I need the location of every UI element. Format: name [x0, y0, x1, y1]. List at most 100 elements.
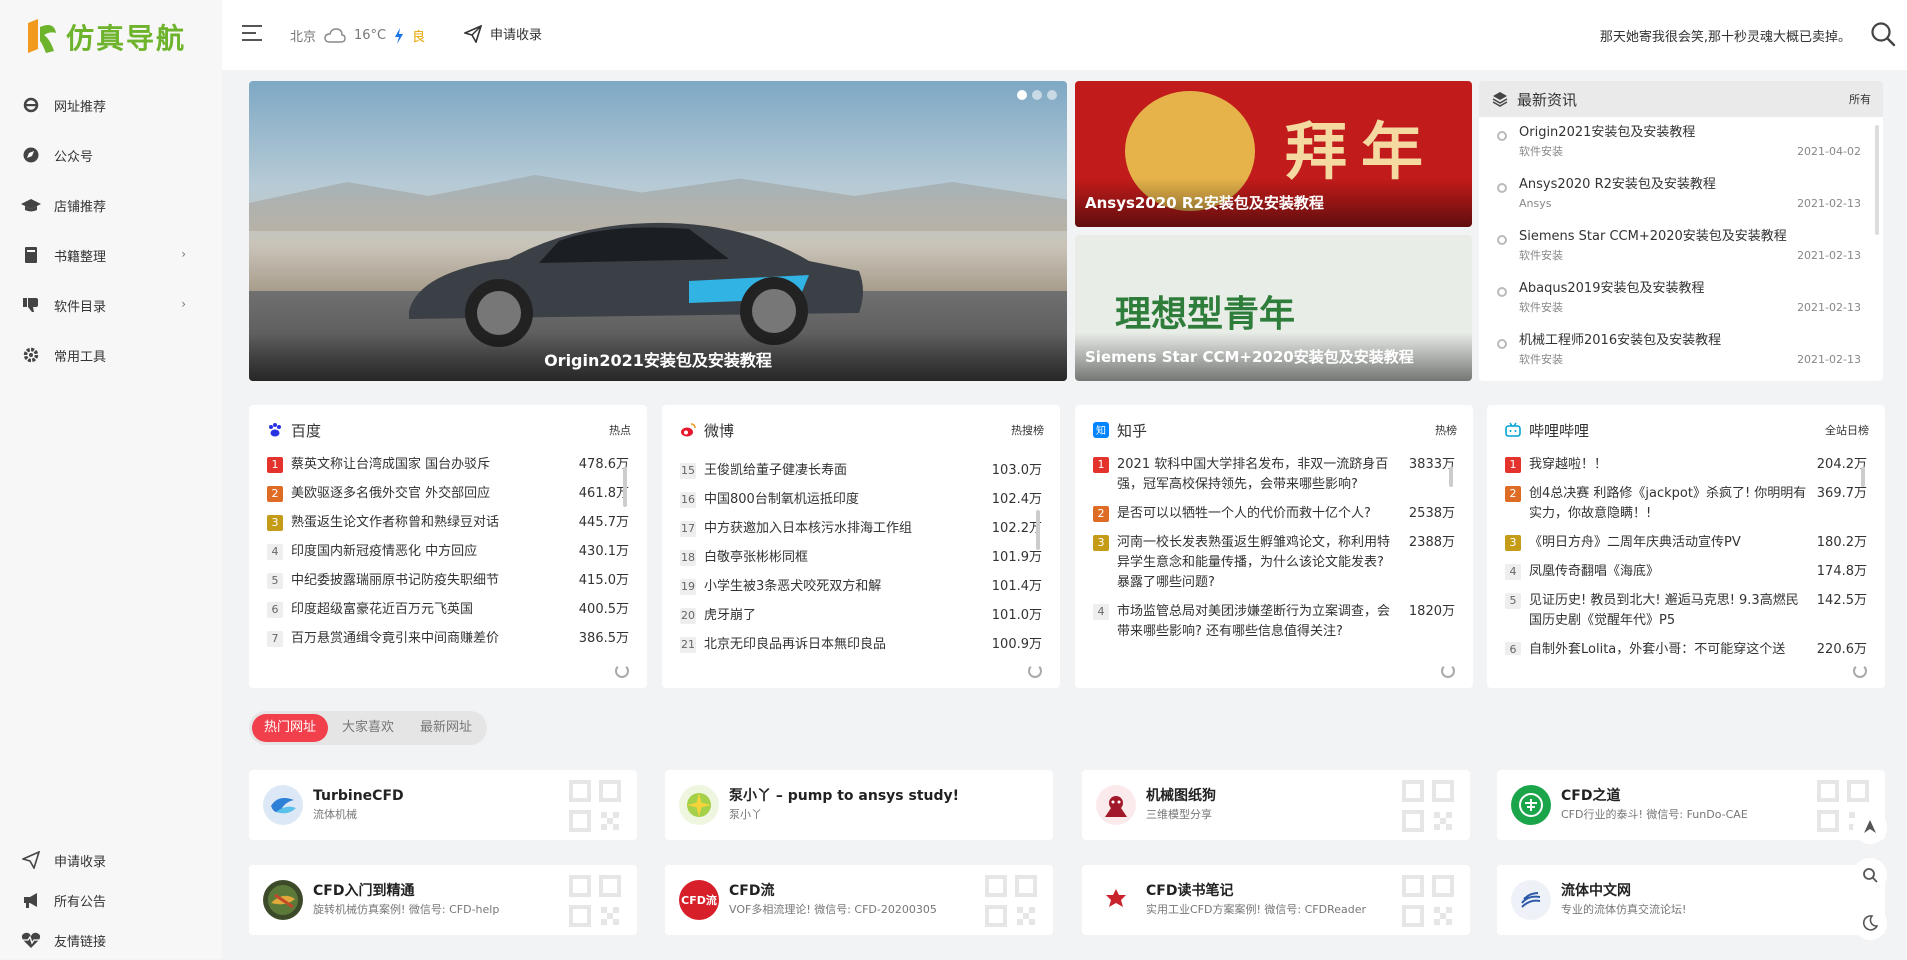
board-tag[interactable]: 热榜: [1435, 422, 1457, 438]
site-card[interactable]: CFD读书笔记 实用工业CFD方案案例! 微信号: CFDReader: [1082, 865, 1470, 935]
qr-code-icon[interactable]: [1400, 873, 1456, 929]
board-row[interactable]: 4 市场监管总局对美团涉嫌垄断行为立案调查，会带来哪些影响? 还有哪些信息值得关注…: [1093, 602, 1455, 642]
sidebar-item-official-accounts[interactable]: 公众号: [0, 130, 222, 180]
board-row[interactable]: 6 印度超级富豪花近百万元飞英国 400.5万: [267, 600, 629, 620]
news-item[interactable]: Abaqus2019安装包及安装教程 软件安装 2021-02-13: [1497, 279, 1861, 331]
board-row[interactable]: 7 百万悬赏通缉令竟引来中间商赚差价 386.5万: [267, 629, 629, 649]
row-title: 我穿越啦！！: [1529, 457, 1608, 472]
site-card[interactable]: CFD流 CFD流 VOF多相流理论! 微信号: CFD-20200305: [665, 865, 1053, 935]
board-row[interactable]: 21 北京无印良品再诉日本無印良品 100.9万: [680, 635, 1042, 655]
site-card[interactable]: CFD入门到精通 旋转机械仿真案例! 微信号: CFD-help: [249, 865, 637, 935]
rank-badge: 2: [1505, 486, 1521, 502]
board-scrollbar[interactable]: [623, 467, 627, 507]
board-row[interactable]: 17 中方获邀加入日本核污水排海工作组 102.2万: [680, 519, 1042, 539]
row-heat: 100.9万: [991, 637, 1042, 652]
board-row[interactable]: 16 中国800台制氧机运抵印度 102.4万: [680, 490, 1042, 510]
sidebar-item-tools[interactable]: 常用工具: [0, 330, 222, 380]
hot-board-zhihu: 知 知乎 热榜 1 2021 软科中国大学排名发布，非双一流跻身百强，冠军高校保持…: [1075, 405, 1473, 688]
board-row[interactable]: 3 河南一校长发表熟蛋返生孵雏鸡论文，称利用特异学生意念和能量传播，为什么该论文能…: [1093, 533, 1455, 593]
site-card[interactable]: 流体中文网 专业的流体仿真交流论坛!: [1497, 865, 1885, 935]
sidebar-item-label: 公众号: [54, 149, 94, 165]
search-icon[interactable]: [1869, 20, 1897, 48]
sidebar-item-friend-links[interactable]: 友情链接: [0, 920, 222, 960]
float-search-button[interactable]: [1853, 858, 1887, 892]
tab-latest[interactable]: 最新网址: [408, 714, 484, 742]
site-card[interactable]: TurbineCFD 流体机械: [249, 770, 637, 840]
dark-mode-button[interactable]: [1853, 906, 1887, 940]
hero-tile-ansys[interactable]: 拜年 Ansys2020 R2安装包及安装教程: [1075, 81, 1472, 227]
row-heat: 102.2万: [991, 521, 1042, 536]
refresh-icon[interactable]: [1441, 664, 1455, 678]
sidebar-item-label: 所有公告: [54, 894, 107, 910]
slider-dot[interactable]: [1032, 90, 1042, 100]
news-item[interactable]: Siemens Star CCM+2020安装包及安装教程 软件安装 2021-02…: [1497, 227, 1861, 279]
sidebar-item-software[interactable]: 软件目录 ›: [0, 280, 222, 330]
board-tag[interactable]: 热点: [609, 422, 631, 438]
board-row[interactable]: 3 熟蛋返生论文作者称曾和熟绿豆对话 445.7万: [267, 513, 629, 533]
site-card[interactable]: CFD之道 CFD行业的泰斗! 微信号: FunDo-CAE: [1497, 770, 1885, 840]
slider-dot[interactable]: [1017, 90, 1027, 100]
board-row[interactable]: 18 白敬亭张彬彬同框 101.9万: [680, 548, 1042, 568]
sidebar-item-books[interactable]: 书籍整理 ›: [0, 230, 222, 280]
board-scrollbar[interactable]: [1036, 510, 1040, 550]
board-row[interactable]: 1 2021 软科中国大学排名发布，非双一流跻身百强，冠军高校保持领先，会带来哪些…: [1093, 455, 1455, 495]
weather-widget[interactable]: 北京 16°C 良: [290, 26, 425, 45]
sidebar-item-url-recommend[interactable]: 网址推荐: [0, 80, 222, 130]
board-row[interactable]: 20 虎牙崩了 101.0万: [680, 606, 1042, 626]
board-row[interactable]: 2 是否可以以牺牲一个人的代价而救十亿个人? 2538万: [1093, 504, 1455, 524]
tab-hot-sites[interactable]: 热门网址: [252, 714, 329, 742]
news-item[interactable]: Origin2021安装包及安装教程 软件安装 2021-04-02: [1497, 123, 1861, 175]
back-to-top-button[interactable]: [1853, 810, 1887, 844]
row-heat: 1820万: [1408, 604, 1455, 619]
hero-slider[interactable]: Origin2021安装包及安装教程: [249, 81, 1067, 381]
refresh-icon[interactable]: [1853, 664, 1867, 678]
tab-popular[interactable]: 大家喜欢: [330, 714, 406, 742]
news-item[interactable]: Ansys2020 R2安装包及安装教程 Ansys 2021-02-13: [1497, 175, 1861, 227]
slide-caption[interactable]: Origin2021安装包及安装教程: [249, 333, 1067, 381]
board-scrollbar[interactable]: [1449, 467, 1453, 487]
board-list: 15 王俊凯给董子健凄长寿面 103.0万 16 中国800台制氧机运抵印度 102.4…: [662, 455, 1060, 655]
board-row[interactable]: 4 凤凰传奇翻唱《海底》 174.8万: [1505, 562, 1867, 582]
qr-code-icon[interactable]: [983, 873, 1039, 929]
sidebar-item-label: 友情链接: [54, 934, 107, 950]
site-card[interactable]: 泵小丫 – pump to ansys study! 泵小丫: [665, 770, 1053, 840]
board-row[interactable]: 6 自制外套Lolita，外套小哥：不可能穿这个送 220.6万: [1505, 640, 1867, 655]
qr-code-icon[interactable]: [567, 778, 623, 834]
board-row[interactable]: 4 印度国内新冠疫情恶化 中方回应 430.1万: [267, 542, 629, 562]
sidebar-item-shops[interactable]: 店铺推荐: [0, 180, 222, 230]
board-row[interactable]: 5 见证历史! 教员到北大! 邂逅马克思! 9.3高燃民国历史剧《觉醒年代》P5 1…: [1505, 591, 1867, 631]
board-row[interactable]: 19 小学生被3条恶犬咬死双方和解 101.4万: [680, 577, 1042, 597]
hero-tile-star-ccm[interactable]: 理想型青年 Siemens Star CCM+2020安装包及安装教程: [1075, 235, 1472, 381]
board-tag[interactable]: 热搜榜: [1011, 422, 1044, 438]
qr-code-icon[interactable]: [567, 873, 623, 929]
row-title: 市场监管总局对美团涉嫌垄断行为立案调查，会带来哪些影响? 还有哪些信息值得关注?: [1117, 604, 1391, 639]
board-row[interactable]: 3 《明日方舟》二周年庆典活动宣传PV 180.2万: [1505, 533, 1867, 553]
board-row[interactable]: 2 创4总决赛 利路修《jackpot》杀疯了! 你明明有实力，你故意隐瞒！! 36…: [1505, 484, 1867, 524]
rank-badge: 5: [1505, 593, 1521, 609]
news-item[interactable]: 机械工程师2016安装包及安装教程 软件安装 2021-02-13: [1497, 331, 1861, 381]
board-row[interactable]: 1 蔡英文称让台湾成国家 国台办驳斥 478.6万: [267, 455, 629, 475]
rank-badge: 16: [680, 492, 696, 508]
board-row[interactable]: 5 中纪委披露瑞丽原书记防疫失职细节 415.0万: [267, 571, 629, 591]
board-row[interactable]: 1 我穿越啦！！ 204.2万: [1505, 455, 1867, 475]
sidebar-item-apply[interactable]: 申请收录: [0, 840, 222, 880]
site-card[interactable]: 机械图纸狗 三维模型分享: [1082, 770, 1470, 840]
slider-dot[interactable]: [1047, 90, 1057, 100]
site-logo[interactable]: 仿真导航: [24, 14, 186, 60]
qr-code-icon[interactable]: [1400, 778, 1456, 834]
news-more-link[interactable]: 所有: [1849, 91, 1871, 107]
row-heat: 103.0万: [991, 463, 1042, 478]
board-scrollbar[interactable]: [1861, 467, 1865, 487]
sidebar-item-announcements[interactable]: 所有公告: [0, 880, 222, 920]
board-row[interactable]: 2 美欧驱逐多名俄外交官 外交部回应 461.8万: [267, 484, 629, 504]
refresh-icon[interactable]: [615, 664, 629, 678]
row-heat: 478.6万: [578, 457, 629, 472]
news-scrollbar[interactable]: [1875, 125, 1879, 235]
board-row[interactable]: 15 王俊凯给董子健凄长寿面 103.0万: [680, 461, 1042, 481]
refresh-icon[interactable]: [1028, 664, 1042, 678]
header-apply-link[interactable]: 申请收录: [464, 24, 542, 43]
row-title: 河南一校长发表熟蛋返生孵雏鸡论文，称利用特异学生意念和能量传播，为什么该论文能发…: [1117, 535, 1391, 590]
news-item-title: Abaqus2019安装包及安装教程: [1519, 281, 1705, 296]
menu-toggle-icon[interactable]: [242, 25, 262, 41]
board-tag[interactable]: 全站日榜: [1825, 422, 1869, 438]
